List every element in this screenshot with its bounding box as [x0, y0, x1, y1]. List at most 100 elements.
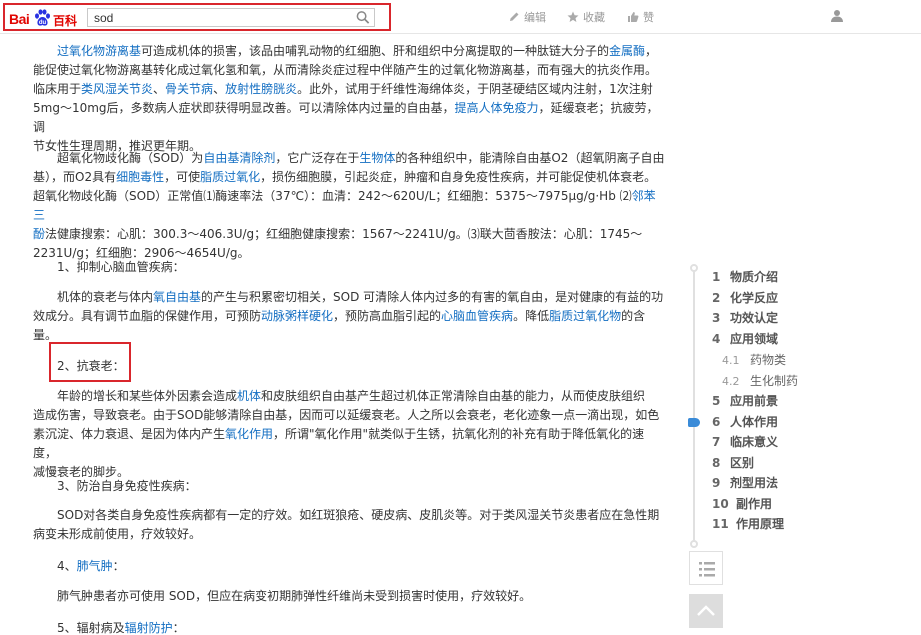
text: ，损伤细胞膜，引起炎症，肿瘤和自身免疫性疾病，并可能促使机体衰老。 [260, 170, 657, 184]
toc-item-9[interactable]: 9 剂型用法 [712, 474, 778, 491]
toc-num: 7 [712, 435, 721, 449]
toc-label: 化学反应 [730, 291, 779, 305]
heading-emphysema: 4、肺气肿： [57, 557, 125, 574]
text-line: SOD对各类自身免疫性疾病都有一定的疗效。如红斑狼疮、硬皮病、皮肌炎等。对于类风… [57, 508, 660, 522]
link-peroxide-radical[interactable]: 过氧化物游离基 [57, 44, 141, 58]
paragraph-anti-aging: 年龄的增长和某些体外因素会造成机体和皮肤组织自由基产生超过机体正常清除自由基的能… [33, 387, 666, 482]
toc-item-11[interactable]: 11 作用原理 [712, 515, 784, 532]
toc-item-2[interactable]: 2 化学反应 [712, 289, 778, 306]
toc-item-5[interactable]: 5 应用前景 [712, 392, 778, 409]
back-to-top-button[interactable] [689, 594, 723, 628]
paw-logo-icon: du [35, 9, 50, 26]
pencil-icon [510, 12, 519, 21]
edit-button[interactable]: 编辑 [508, 9, 546, 25]
search-icon[interactable] [355, 10, 371, 25]
text: 法健康搜索：心肌：300.3～406.3U/g；红细胞健康搜索：1567～224… [45, 227, 643, 241]
link-oxidation[interactable]: 氧化作用 [225, 427, 273, 441]
baidu-baike-logo[interactable]: Bai du 百科 [9, 9, 81, 28]
star-icon [567, 11, 579, 22]
paragraph-sod-intro: 过氧化物游离基可造成机体的损害，该品由哺乳动物的红细胞、肝和组织中分离提取的一种… [33, 42, 666, 156]
text: 超氧化物歧化酶（SOD）为 [57, 151, 204, 165]
toc-item-4-1[interactable]: 4.1 药物类 [722, 351, 786, 368]
like-button[interactable]: 赞 [627, 9, 654, 25]
link-cytotoxicity[interactable]: 细胞毒性 [116, 170, 164, 184]
toc-dot-top [690, 264, 698, 272]
text-line: 病变未形成前使用，疗效较好。 [33, 527, 202, 541]
toc-label: 功效认定 [730, 311, 779, 325]
link-emphysema[interactable]: 肺气肿 [77, 559, 113, 573]
text: 临床用于 [33, 82, 82, 96]
toc-label: 物质介绍 [730, 270, 779, 284]
text: 机体的衰老与体内 [57, 290, 154, 304]
toc-num: 4 [712, 332, 721, 346]
link-radiation-cystitis[interactable]: 放射性膀胱炎 [225, 82, 297, 96]
text: 、 [153, 82, 166, 96]
text: 可造成机体的损害，该品由哺乳动物的红细胞、肝和组织中分离提取的一种肽链大分子的 [141, 44, 610, 58]
link-lipid-peroxidation[interactable]: 脂质过氧化 [200, 170, 260, 184]
text: 的各种组织中，能清除自由基O2（超氧阴离子自由 [395, 151, 665, 165]
top-bar: Bai du 百科 编辑 收藏 赞 [0, 0, 921, 34]
link-immunity[interactable]: 提高人体免疫力 [455, 101, 539, 115]
link-organism[interactable]: 生物体 [359, 151, 395, 165]
link-cardiovascular-disease[interactable]: 心脑血管疾病 [441, 309, 513, 323]
link-radiation-protection[interactable]: 辐射防护 [125, 621, 173, 635]
link-atherosclerosis[interactable]: 动脉粥样硬化 [261, 309, 333, 323]
toc-num: 5 [712, 394, 721, 408]
toc-label: 副作用 [736, 497, 773, 511]
paragraph-sod-definition: 超氧化物歧化酶（SOD）为自由基清除剂，它广泛存在于生物体的各种组织中，能清除自… [33, 149, 666, 263]
text: ，它广泛存在于 [275, 151, 360, 165]
highlight-box-anti-aging [49, 342, 131, 382]
text: 4、 [57, 559, 77, 573]
link-free-radical-scavenger[interactable]: 自由基清除剂 [203, 151, 275, 165]
link-oxygen-free-radical[interactable]: 氧自由基 [153, 290, 201, 304]
toc-label: 应用前景 [730, 394, 779, 408]
link-osteoarthropathy[interactable]: 骨关节病 [165, 82, 213, 96]
logo-text-bai: Bai [9, 11, 30, 27]
text: 、 [213, 82, 226, 96]
text: 效成分。具有调节血脂的保健作用，可预防 [33, 309, 262, 323]
collect-button[interactable]: 收藏 [567, 9, 605, 25]
toc-item-10[interactable]: 10 副作用 [712, 495, 772, 512]
toc-label: 区别 [730, 456, 755, 470]
text: ，可使 [164, 170, 201, 184]
heading-radiation: 5、辐射病及辐射防护： [57, 619, 185, 635]
link-rheumatoid-arthritis[interactable]: 类风湿关节炎 [81, 82, 153, 96]
link-lipid-peroxide[interactable]: 脂质过氧化物 [549, 309, 621, 323]
toc-item-1[interactable]: 1 物质介绍 [712, 268, 778, 285]
edit-label: 编辑 [524, 11, 546, 24]
toc-item-6[interactable]: 6 人体作用 [712, 413, 778, 430]
search-input[interactable] [87, 8, 375, 27]
heading-cardiovascular: 1、抑制心脑血管疾病： [57, 260, 185, 274]
user-icon[interactable] [830, 9, 844, 23]
toc-item-7[interactable]: 7 临床意义 [712, 433, 778, 450]
heading-autoimmune: 3、防治自身免疫性疾病： [57, 479, 197, 493]
toc-timeline [693, 268, 695, 544]
text: ： [172, 621, 185, 635]
toc-item-3[interactable]: 3 功效认定 [712, 309, 778, 326]
toc-label: 作用原理 [736, 517, 785, 531]
toc-num: 10 [712, 497, 729, 511]
list-icon [699, 562, 715, 577]
text: 素沉淀、体力衰退、是因为体内产生 [33, 427, 226, 441]
chevron-up-icon [697, 605, 715, 616]
toc-label: 人体作用 [730, 415, 779, 429]
toc-label: 生化制药 [750, 374, 799, 388]
thumbs-up-icon [628, 12, 639, 22]
text: 5mg～10mg后，多数病人症状即获得明显改善。可以清除体内过量的自由基， [33, 101, 455, 115]
text: 和皮肤组织自由基产生超过机体正常清除自由基的能力，从而使皮肤组织 [261, 389, 646, 403]
toc-num: 3 [712, 311, 721, 325]
toc-item-4[interactable]: 4 应用领域 [712, 330, 778, 347]
toc-num: 8 [712, 456, 721, 470]
paragraph-autoimmune: SOD对各类自身免疫性疾病都有一定的疗效。如红斑狼疮、硬皮病、皮肌炎等。对于类风… [33, 506, 666, 544]
link-metalloenzyme[interactable]: 金属酶 [609, 44, 645, 58]
toc-list-button[interactable] [689, 551, 723, 585]
toc-num: 1 [712, 270, 721, 284]
text: ： [112, 559, 125, 573]
toc-item-4-2[interactable]: 4.2 生化制药 [722, 372, 798, 389]
link-pyrogallol-cont[interactable]: 酚 [33, 227, 45, 241]
logo-text-baike: 百科 [53, 14, 78, 28]
toc-label: 药物类 [750, 353, 787, 367]
link-body[interactable]: 机体 [237, 389, 261, 403]
text: 。降低 [513, 309, 550, 323]
toc-item-8[interactable]: 8 区别 [712, 454, 754, 471]
